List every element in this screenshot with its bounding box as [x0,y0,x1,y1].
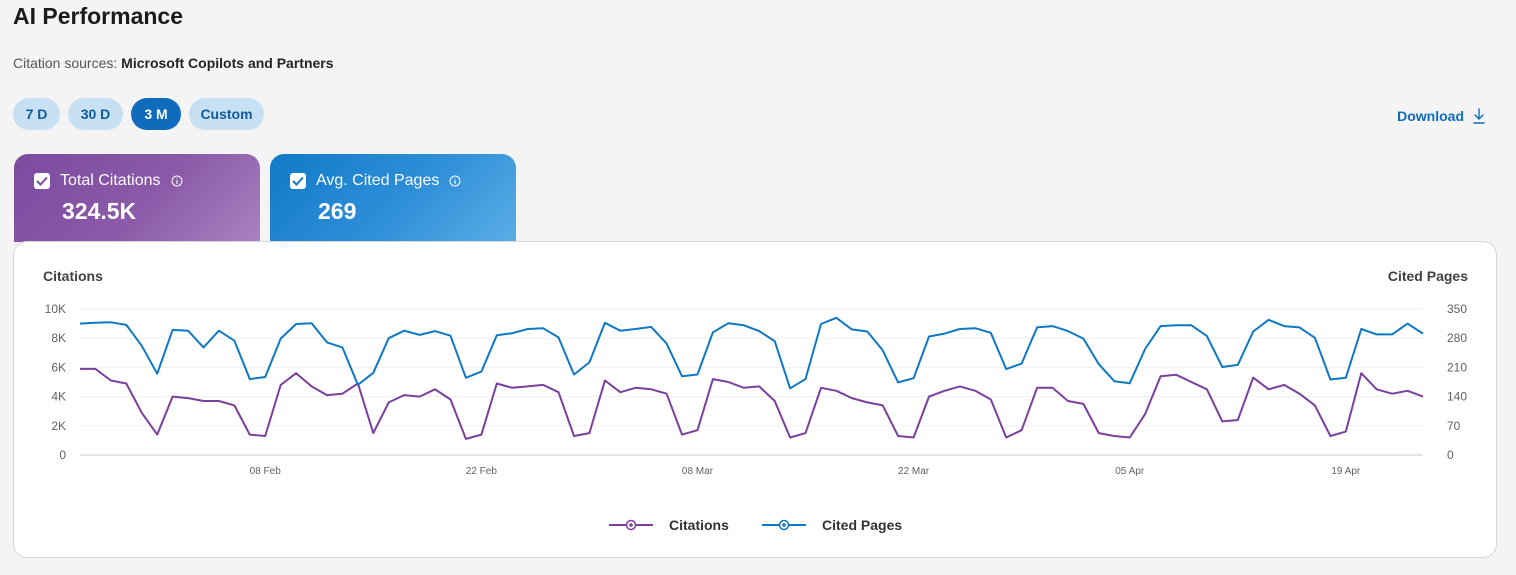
legend-marker-dot-cited-pages [782,523,786,527]
total-citations-card[interactable]: Total Citations 324.5K [14,154,260,242]
citation-sources-label: Citation sources: [13,55,118,71]
x-tick-label: 19 Apr [1331,466,1361,477]
y-tick-left: 0 [59,448,66,462]
download-icon [1473,108,1485,124]
date-range-tabs: 7 D 30 D 3 M Custom [13,98,264,130]
y-tick-right: 280 [1447,331,1467,345]
y-tick-right: 70 [1447,419,1461,433]
x-tick-label: 22 Feb [466,466,498,477]
y-tick-right: 0 [1447,448,1454,462]
series-line-cited-pages [79,316,1424,390]
x-tick-label: 08 Feb [250,466,282,477]
series-line-citations [80,367,1424,440]
download-label: Download [1397,108,1464,124]
info-icon[interactable] [449,175,461,187]
total-citations-label: Total Citations [60,172,161,189]
citation-sources-value: Microsoft Copilots and Partners [121,55,334,71]
y-tick-left: 10K [45,302,66,316]
x-tick-label: 22 Mar [898,466,930,477]
checkmark-icon [36,176,48,186]
chart-panel: Citations Cited Pages 0 0 2K 70 4K 140 6K 210 8K 28… [13,241,1497,558]
y-tick-right: 350 [1447,302,1467,316]
x-tick-label: 05 Apr [1115,466,1145,477]
checkmark-icon [292,176,304,186]
range-custom-button[interactable]: Custom [189,98,264,130]
y-tick-right: 210 [1447,360,1467,374]
total-citations-checkbox[interactable] [34,173,50,189]
info-icon[interactable] [171,175,183,187]
y-tick-left: 6K [51,360,66,374]
y-axis-right-title: Cited Pages [1388,268,1468,284]
y-axis-left-title: Citations [43,268,103,284]
x-tick-label: 08 Mar [682,466,714,477]
avg-cited-pages-value: 269 [318,198,357,224]
total-citations-value: 324.5K [62,198,137,224]
range-3m-button[interactable]: 3 M [131,98,181,130]
range-7d-button[interactable]: 7 D [13,98,60,130]
avg-cited-pages-label: Avg. Cited Pages [316,172,440,189]
y-tick-left: 2K [51,419,66,433]
avg-cited-pages-card[interactable]: Avg. Cited Pages 269 [270,154,516,242]
legend-label-cited-pages[interactable]: Cited Pages [822,517,902,533]
avg-cited-pages-checkbox[interactable] [290,173,306,189]
citation-sources: Citation sources: Microsoft Copilots and… [13,55,334,71]
range-30d-button[interactable]: 30 D [68,98,123,130]
legend-label-citations[interactable]: Citations [669,517,729,533]
legend-marker-dot-citations [629,523,633,527]
download-button[interactable]: Download [1397,108,1486,124]
performance-line-chart: Citations Cited Pages 0 0 2K 70 4K 140 6K 210 8K 28… [43,268,1468,533]
y-tick-left: 8K [51,331,66,345]
y-tick-left: 4K [51,390,66,404]
page-title: AI Performance [13,3,184,29]
y-tick-right: 140 [1447,390,1467,404]
